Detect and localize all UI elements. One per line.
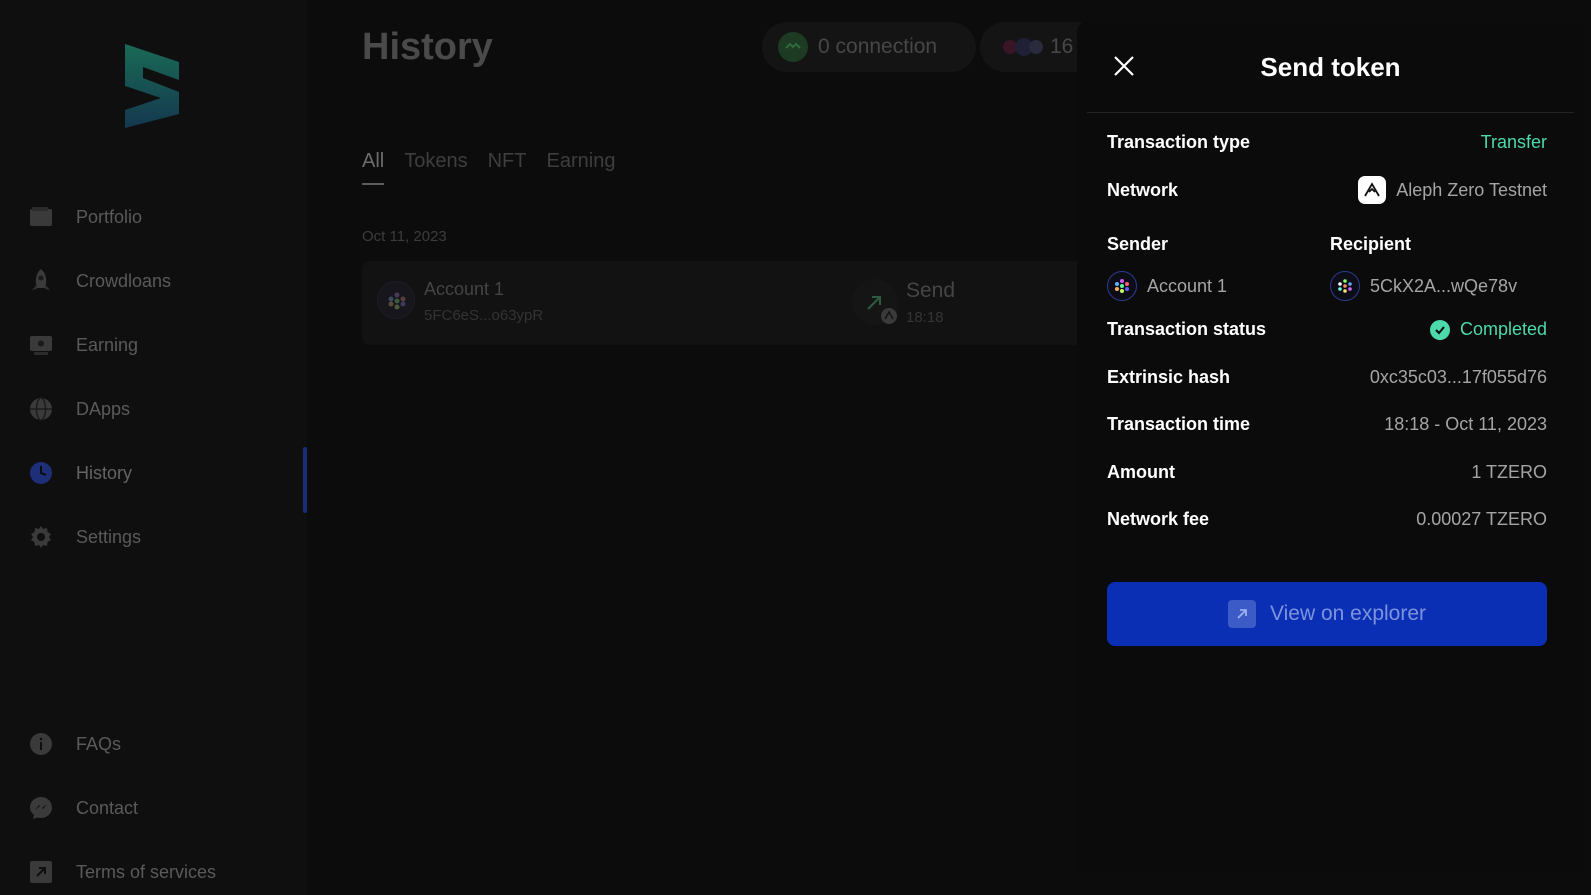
status-value-group: Completed [1429, 319, 1547, 340]
sender-account: Account 1 [1107, 271, 1327, 301]
app-root: Portfolio Crowdloans Earning DApps Histo… [0, 0, 1591, 895]
sidebar-item-earning[interactable]: Earning [28, 327, 138, 363]
date-label: Oct 11, 2023 [362, 228, 447, 245]
external-link-icon [28, 859, 54, 885]
wallet-icon [28, 204, 54, 230]
sidebar-item-history[interactable]: History [28, 455, 132, 491]
rocket-icon [28, 268, 54, 294]
send-icon [852, 279, 898, 325]
sender-avatar [1107, 271, 1137, 301]
fee-value: 0.00027 TZERO [1416, 509, 1547, 529]
recipient-label: Recipient [1330, 234, 1412, 254]
recipient-avatar [1330, 271, 1360, 301]
amount-value: 1 TZERO [1471, 462, 1547, 482]
transaction-type-value: Transfer [1480, 132, 1547, 152]
tab-earning[interactable]: Earning [547, 150, 616, 185]
time-value: 18:18 - Oct 11, 2023 [1384, 414, 1547, 434]
transaction-type-row: Transaction type Transfer [1107, 132, 1547, 153]
tab-tokens[interactable]: Tokens [404, 150, 467, 185]
amount-label: Amount [1107, 462, 1175, 482]
network-icons [1000, 36, 1044, 58]
globe-icon [28, 396, 54, 422]
sender-label: Sender [1107, 234, 1169, 254]
status-value: Completed [1459, 319, 1547, 339]
send-token-modal: Send token Transaction type Transfer Net… [1077, 22, 1584, 874]
sender-block: Sender Account 1 [1107, 234, 1327, 301]
sidebar-item-terms[interactable]: Terms of services [28, 854, 216, 890]
sidebar-item-label: Crowdloans [76, 270, 172, 291]
time-row: Transaction time 18:18 - Oct 11, 2023 [1107, 414, 1547, 435]
status-row: Transaction status Completed [1107, 319, 1547, 340]
page-title: History [362, 26, 493, 68]
tab-all[interactable]: All [362, 150, 385, 185]
sidebar-item-label: Portfolio [76, 206, 143, 227]
recipient-block: Recipient 5CkX2A...wQe78v [1330, 234, 1550, 301]
view-on-explorer-button[interactable]: View on explorer [1107, 582, 1547, 646]
sidebar-item-label: DApps [76, 398, 131, 419]
fee-row: Network fee 0.00027 TZERO [1107, 509, 1547, 530]
sidebar-item-label: FAQs [76, 733, 122, 754]
fee-label: Network fee [1107, 509, 1210, 529]
account-address: 5FC6eS...o63ypR [424, 307, 544, 324]
recipient-value: 5CkX2A...wQe78v [1370, 275, 1518, 296]
sidebar-item-label: Settings [76, 526, 142, 547]
history-row[interactable]: Account 1 5FC6eS...o63ypR Send 18:18 [362, 261, 1122, 345]
network-value: Aleph Zero Testnet [1396, 179, 1547, 200]
network-value-group: Aleph Zero Testnet [1358, 176, 1547, 204]
messenger-icon [28, 795, 54, 821]
sidebar-item-label: Earning [76, 334, 139, 355]
status-label: Transaction status [1107, 319, 1267, 339]
transaction-time: 18:18 [906, 309, 944, 326]
sidebar-item-faqs[interactable]: FAQs [28, 726, 121, 762]
info-icon [28, 731, 54, 757]
network-label: Network [1107, 179, 1179, 200]
time-label: Transaction time [1107, 414, 1251, 434]
sidebar-item-crowdloans[interactable]: Crowdloans [28, 263, 171, 299]
hash-row: Extrinsic hash 0xc35c03...17f055d76 [1107, 367, 1547, 388]
modal-title: Send token [1260, 52, 1401, 82]
gear-icon [28, 524, 54, 550]
connection-button[interactable]: 0 connection [762, 22, 976, 72]
network-row: Network Aleph Zero Testnet [1107, 176, 1547, 204]
hash-label: Extrinsic hash [1107, 367, 1231, 387]
sidebar-item-label: History [76, 462, 133, 483]
sidebar-item-label: Contact [76, 797, 139, 818]
sidebar-item-settings[interactable]: Settings [28, 519, 141, 555]
sidebar-item-contact[interactable]: Contact [28, 790, 138, 826]
history-tabs: All Tokens NFT Earning [362, 150, 615, 185]
transaction-type-label: Transaction type [1107, 132, 1251, 152]
explorer-button-label: View on explorer [1269, 602, 1427, 625]
clock-icon [28, 460, 54, 486]
amount-row: Amount 1 TZERO [1107, 462, 1547, 483]
hash-value[interactable]: 0xc35c03...17f055d76 [1370, 367, 1547, 388]
external-link-icon [1227, 600, 1256, 628]
transaction-type: Send [906, 279, 956, 302]
sender-value: Account 1 [1147, 275, 1228, 296]
sidebar-item-dapps[interactable]: DApps [28, 391, 130, 427]
connection-icon [778, 32, 808, 62]
sidebar-item-label: Terms of services [76, 861, 217, 882]
network-count: 16 [1050, 35, 1074, 58]
earning-icon [28, 332, 54, 358]
connection-label: 0 connection [818, 35, 938, 58]
check-circle-icon [1429, 319, 1450, 340]
account-avatar [377, 281, 415, 319]
tab-nft[interactable]: NFT [488, 150, 527, 185]
aleph-zero-icon [1358, 176, 1387, 204]
sidebar: Portfolio Crowdloans Earning DApps Histo… [0, 0, 307, 895]
account-name: Account 1 [424, 279, 505, 299]
subwallet-logo [125, 44, 179, 128]
sidebar-item-portfolio[interactable]: Portfolio [28, 199, 142, 235]
divider [1087, 112, 1574, 113]
recipient-account: 5CkX2A...wQe78v [1330, 271, 1550, 301]
